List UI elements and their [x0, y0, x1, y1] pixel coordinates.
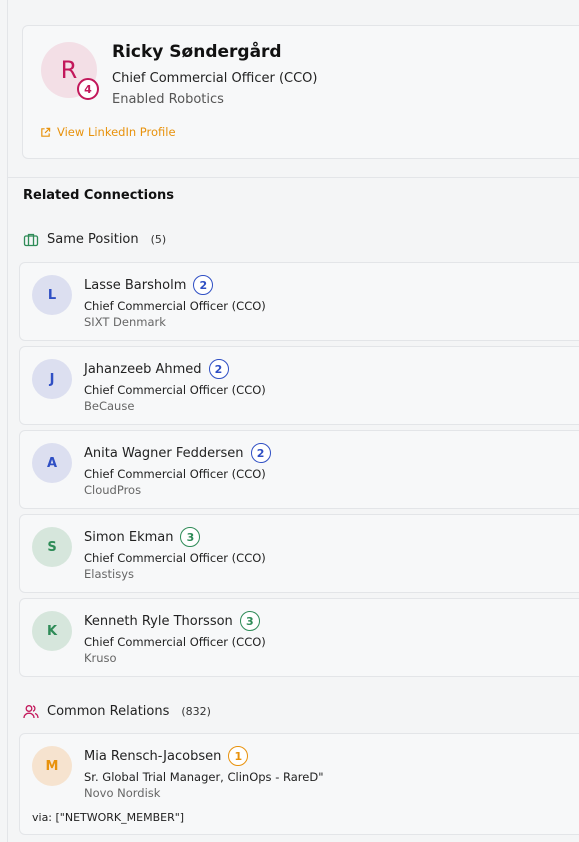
connection-title: Chief Commercial Officer (CCO) — [84, 551, 266, 565]
avatar: K — [32, 611, 72, 651]
avatar: A — [32, 443, 72, 483]
profile-company: Enabled Robotics — [112, 92, 224, 107]
common-relations-label: Common Relations — [47, 704, 170, 719]
via-label: via: ["NETWORK_MEMBER"] — [32, 811, 185, 824]
connection-card[interactable]: J Jahanzeeb Ahmed 2 Chief Commercial Off… — [19, 346, 579, 425]
section-divider — [7, 177, 579, 178]
connection-company: Kruso — [84, 651, 117, 665]
linkedin-profile-link[interactable]: View LinkedIn Profile — [40, 125, 176, 139]
relation-card[interactable]: M Mia Rensch-Jacobsen 1 Sr. Global Trial… — [19, 733, 579, 835]
profile-degree-badge: 4 — [77, 78, 99, 100]
avatar: J — [32, 359, 72, 399]
profile-initial: R — [60, 56, 78, 84]
profile-card: R 4 Ricky Søndergård Chief Commercial Of… — [22, 25, 579, 159]
common-relations-count: (832) — [181, 705, 211, 718]
connection-card[interactable]: L Lasse Barsholm 2 Chief Commercial Offi… — [19, 262, 579, 341]
connection-company: Novo Nordisk — [84, 786, 161, 800]
connection-company: SIXT Denmark — [84, 315, 166, 329]
degree-badge: 3 — [239, 611, 260, 631]
profile-name: Ricky Søndergård — [112, 42, 282, 62]
same-position-label: Same Position — [47, 232, 139, 247]
degree-badge: 2 — [250, 443, 271, 463]
connection-title: Sr. Global Trial Manager, ClinOps - Rare… — [84, 770, 324, 784]
connection-company: BeCause — [84, 399, 135, 413]
common-relations-header[interactable]: Common Relations (832) — [23, 704, 211, 719]
same-position-header[interactable]: Same Position (5) — [23, 232, 166, 247]
related-connections-title: Related Connections — [23, 188, 175, 203]
degree-badge: 1 — [228, 746, 249, 766]
left-rule — [7, 0, 8, 842]
connection-card[interactable]: A Anita Wagner Feddersen 2 Chief Commerc… — [19, 430, 579, 509]
external-link-icon — [41, 127, 51, 137]
connection-name: Anita Wagner Feddersen — [84, 445, 244, 461]
degree-badge: 2 — [208, 359, 229, 379]
connection-card[interactable]: S Simon Ekman 3 Chief Commercial Officer… — [19, 514, 579, 593]
avatar: S — [32, 527, 72, 567]
connection-title: Chief Commercial Officer (CCO) — [84, 299, 266, 313]
connection-title: Chief Commercial Officer (CCO) — [84, 635, 266, 649]
profile-title: Chief Commercial Officer (CCO) — [112, 71, 318, 86]
connection-title: Chief Commercial Officer (CCO) — [84, 383, 266, 397]
connection-name: Simon Ekman — [84, 529, 174, 545]
avatar: L — [32, 275, 72, 315]
same-position-count: (5) — [150, 233, 167, 246]
degree-badge: 2 — [193, 275, 214, 295]
connection-name: Kenneth Ryle Thorsson — [84, 613, 233, 629]
linkedin-link-label: View LinkedIn Profile — [57, 125, 176, 139]
connection-company: CloudPros — [84, 483, 142, 497]
connection-name: Mia Rensch-Jacobsen — [84, 748, 222, 764]
connection-name: Jahanzeeb Ahmed — [84, 361, 202, 377]
briefcase-icon — [23, 233, 39, 247]
degree-badge: 3 — [180, 527, 201, 547]
avatar: M — [32, 746, 72, 786]
connection-title: Chief Commercial Officer (CCO) — [84, 467, 266, 481]
connection-name: Lasse Barsholm — [84, 277, 187, 293]
connection-card[interactable]: K Kenneth Ryle Thorsson 3 Chief Commerci… — [19, 598, 579, 677]
connection-company: Elastisys — [84, 567, 134, 581]
users-icon — [23, 705, 39, 719]
